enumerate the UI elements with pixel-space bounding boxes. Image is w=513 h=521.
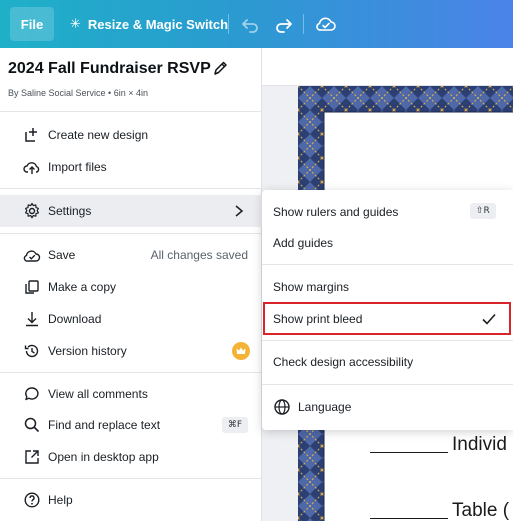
shortcut-badge: ⇧R bbox=[470, 203, 496, 219]
save-item[interactable]: Save All changes saved bbox=[0, 239, 262, 271]
submenu-item-label: Add guides bbox=[273, 236, 334, 250]
cloud-check-icon bbox=[23, 250, 41, 262]
resize-label: Resize & Magic Switch bbox=[87, 16, 229, 32]
view-all-comments-item[interactable]: View all comments bbox=[0, 378, 262, 410]
globe-icon bbox=[274, 399, 290, 415]
pencil-icon[interactable] bbox=[212, 59, 228, 77]
menu-item-label: Import files bbox=[48, 160, 107, 174]
menu-divider bbox=[0, 478, 262, 479]
create-new-design-item[interactable]: Create new design bbox=[0, 119, 262, 151]
menu-divider bbox=[262, 384, 513, 385]
cloud-upload-icon bbox=[23, 162, 40, 174]
rsvp-text-line-2: Table ( bbox=[452, 500, 510, 521]
menu-divider bbox=[0, 372, 262, 373]
version-history-item[interactable]: Version history bbox=[0, 335, 262, 367]
menu-item-label: Save bbox=[48, 248, 76, 262]
cloud-check-icon[interactable] bbox=[314, 12, 338, 36]
language-item[interactable]: Language bbox=[262, 391, 513, 423]
add-guides-item[interactable]: Add guides bbox=[262, 227, 513, 259]
resize-magic-switch-button[interactable]: ✳ Resize & Magic Switch bbox=[70, 0, 228, 48]
menu-item-label: Settings bbox=[48, 204, 92, 218]
menu-item-label: Version history bbox=[48, 344, 127, 358]
menu-divider bbox=[262, 264, 513, 265]
rsvp-text-line-1: Individ bbox=[452, 434, 507, 455]
check-design-accessibility-item[interactable]: Check design accessibility bbox=[262, 346, 513, 378]
help-item[interactable]: Help bbox=[0, 484, 262, 516]
show-rulers-and-guides-item[interactable]: Show rulers and guides ⇧R bbox=[262, 196, 513, 228]
sparkle-icon: ✳ bbox=[70, 16, 81, 31]
import-files-item[interactable]: Import files bbox=[0, 151, 262, 183]
open-in-desktop-app-item[interactable]: Open in desktop app bbox=[0, 441, 262, 473]
menu-item-label: Create new design bbox=[48, 128, 149, 142]
menu-item-label: View all comments bbox=[48, 387, 148, 401]
design-title[interactable]: 2024 Fall Fundraiser RSVP bbox=[8, 60, 211, 78]
menu-item-label: Find and replace text bbox=[48, 418, 161, 432]
rsvp-blank-line bbox=[370, 518, 448, 519]
rsvp-blank-line bbox=[370, 452, 448, 453]
file-menu-button[interactable]: File bbox=[10, 7, 54, 41]
menu-divider bbox=[0, 188, 262, 189]
show-margins-item[interactable]: Show margins bbox=[262, 271, 513, 303]
menu-item-label: Open in desktop app bbox=[48, 450, 159, 464]
external-link-icon bbox=[25, 450, 39, 464]
menu-divider bbox=[0, 233, 262, 234]
settings-item[interactable]: Settings bbox=[0, 195, 262, 227]
highlight-annotation-box bbox=[263, 302, 511, 335]
submenu-item-label: Show rulers and guides bbox=[273, 205, 399, 219]
copy-icon bbox=[25, 280, 39, 294]
submenu-item-label: Show margins bbox=[273, 280, 350, 294]
menu-divider bbox=[0, 111, 262, 112]
crown-icon bbox=[232, 342, 250, 360]
top-toolbar: File ✳ Resize & Magic Switch bbox=[0, 0, 513, 48]
shortcut-badge: ⌘F bbox=[221, 417, 248, 433]
search-icon bbox=[24, 417, 40, 433]
download-icon bbox=[26, 312, 38, 327]
help-icon bbox=[24, 492, 40, 508]
download-item[interactable]: Download bbox=[0, 303, 262, 335]
undo-icon[interactable] bbox=[238, 12, 262, 36]
find-and-replace-item[interactable]: Find and replace text ⌘F bbox=[0, 409, 262, 441]
file-label: File bbox=[20, 16, 44, 32]
redo-icon[interactable] bbox=[272, 12, 296, 36]
toolbar-divider bbox=[303, 14, 304, 34]
make-a-copy-item[interactable]: Make a copy bbox=[0, 271, 262, 303]
chevron-right-icon bbox=[235, 205, 244, 217]
menu-item-label: Download bbox=[48, 312, 102, 326]
menu-item-label: Make a copy bbox=[48, 280, 117, 294]
gear-icon bbox=[25, 202, 39, 219]
save-status-text: All changes saved bbox=[150, 248, 248, 262]
design-meta: By Saline Social Service • 6in × 4in bbox=[8, 88, 148, 98]
menu-item-label: Help bbox=[48, 493, 73, 507]
canvas-header-strip bbox=[262, 48, 513, 86]
menu-divider bbox=[262, 340, 513, 341]
toolbar-divider bbox=[228, 14, 229, 34]
comment-icon bbox=[25, 387, 39, 401]
plus-square-icon bbox=[25, 128, 37, 142]
submenu-item-label: Language bbox=[298, 400, 352, 414]
history-icon bbox=[24, 344, 39, 358]
submenu-item-label: Check design accessibility bbox=[273, 355, 414, 369]
